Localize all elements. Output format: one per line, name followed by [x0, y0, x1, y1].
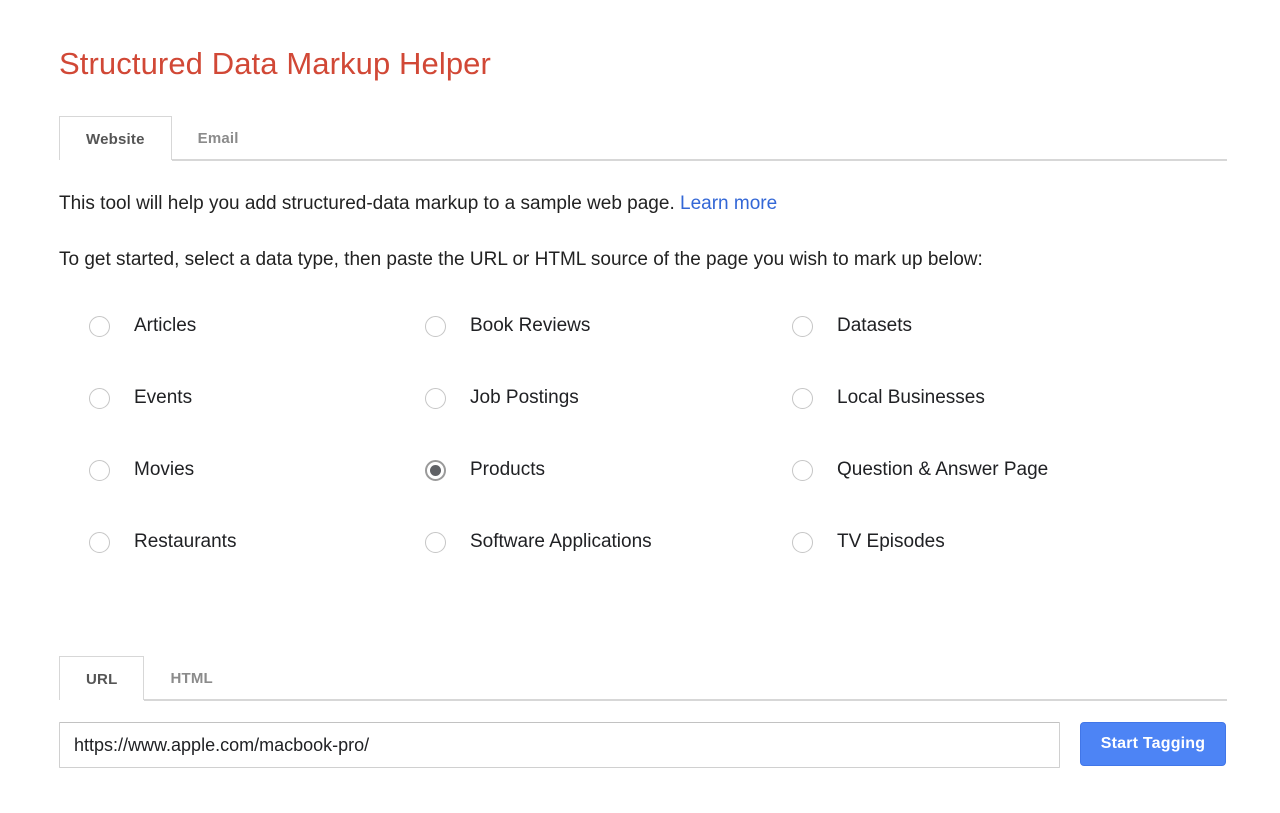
- radio-option-tv-episodes[interactable]: TV Episodes: [792, 531, 1192, 553]
- radio-option-events[interactable]: Events: [59, 387, 425, 409]
- radio-icon[interactable]: [89, 532, 110, 553]
- radio-option-restaurants[interactable]: Restaurants: [59, 531, 425, 553]
- tab-html[interactable]: HTML: [144, 656, 238, 701]
- radio-label: Events: [134, 387, 192, 409]
- mode-tabs: WebsiteEmail: [59, 116, 1227, 161]
- radio-icon[interactable]: [792, 460, 813, 481]
- radio-label: Restaurants: [134, 531, 236, 553]
- url-form: Start Tagging: [59, 722, 1227, 768]
- url-input[interactable]: [59, 722, 1060, 768]
- radio-icon[interactable]: [89, 316, 110, 337]
- radio-icon[interactable]: [425, 388, 446, 409]
- radio-label: Software Applications: [470, 531, 652, 553]
- radio-icon[interactable]: [425, 532, 446, 553]
- radio-label: Products: [470, 459, 545, 481]
- tab-email[interactable]: Email: [172, 116, 265, 161]
- data-type-radio-grid: Articles Book Reviews Datasets Events Jo…: [59, 315, 1229, 603]
- radio-option-local-businesses[interactable]: Local Businesses: [792, 387, 1192, 409]
- start-tagging-button[interactable]: Start Tagging: [1080, 722, 1226, 766]
- intro-line-1-text: This tool will help you add structured-d…: [59, 193, 675, 214]
- radio-option-job-postings[interactable]: Job Postings: [425, 387, 792, 409]
- radio-option-book-reviews[interactable]: Book Reviews: [425, 315, 792, 337]
- tab-website[interactable]: Website: [59, 116, 172, 161]
- radio-row: Articles Book Reviews Datasets: [59, 315, 1229, 387]
- radio-option-software-applications[interactable]: Software Applications: [425, 531, 792, 553]
- radio-option-datasets[interactable]: Datasets: [792, 315, 1192, 337]
- radio-option-articles[interactable]: Articles: [59, 315, 425, 337]
- radio-label: Local Businesses: [837, 387, 985, 409]
- radio-row: Movies Products Question & Answer Page: [59, 459, 1229, 531]
- radio-label: Movies: [134, 459, 194, 481]
- intro-line-1: This tool will help you add structured-d…: [59, 161, 1227, 217]
- radio-icon[interactable]: [89, 388, 110, 409]
- radio-label: Job Postings: [470, 387, 579, 409]
- radio-icon[interactable]: [792, 532, 813, 553]
- radio-label: Book Reviews: [470, 315, 590, 337]
- source-tabs: URLHTML: [59, 656, 1227, 701]
- page-title: Structured Data Markup Helper: [59, 0, 1227, 84]
- markup-helper-page: Structured Data Markup Helper WebsiteEma…: [0, 0, 1280, 813]
- radio-option-products[interactable]: Products: [425, 459, 792, 481]
- learn-more-link[interactable]: Learn more: [680, 193, 777, 214]
- radio-option-question-answer-page[interactable]: Question & Answer Page: [792, 459, 1192, 481]
- radio-option-movies[interactable]: Movies: [59, 459, 425, 481]
- radio-icon[interactable]: [792, 388, 813, 409]
- radio-icon-selected[interactable]: [425, 460, 446, 481]
- radio-icon[interactable]: [792, 316, 813, 337]
- radio-icon[interactable]: [89, 460, 110, 481]
- radio-label: Articles: [134, 315, 196, 337]
- radio-label: TV Episodes: [837, 531, 945, 553]
- radio-row: Restaurants Software Applications TV Epi…: [59, 531, 1229, 603]
- tab-url[interactable]: URL: [59, 656, 144, 701]
- intro-line-2: To get started, select a data type, then…: [59, 217, 1227, 273]
- radio-label: Question & Answer Page: [837, 459, 1048, 481]
- radio-icon[interactable]: [425, 316, 446, 337]
- radio-row: Events Job Postings Local Businesses: [59, 387, 1229, 459]
- radio-label: Datasets: [837, 315, 912, 337]
